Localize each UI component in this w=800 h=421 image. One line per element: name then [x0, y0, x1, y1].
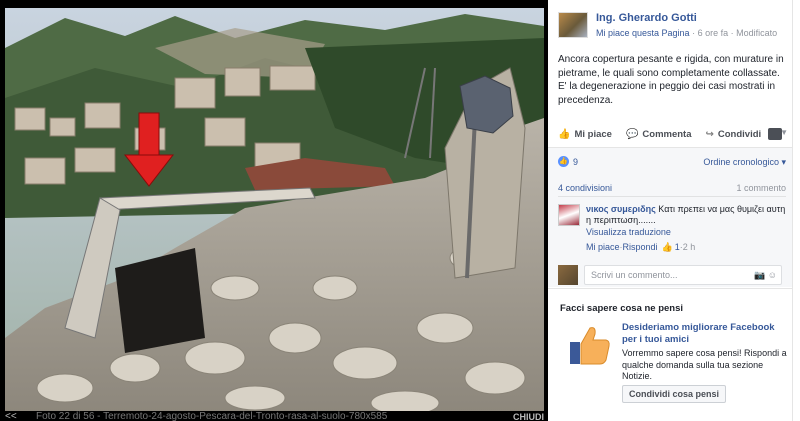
comment-icon: 💬: [625, 129, 639, 140]
comments-section: 👍 9 Ordine cronologico ▾ 4 condivisioni …: [548, 147, 792, 287]
comment-label: Commenta: [642, 129, 692, 140]
comment-time[interactable]: 2 h: [683, 242, 696, 253]
camera-icon[interactable]: 📷 ☺: [754, 266, 777, 284]
post-panel: Ing. Gherardo Gotti Mi piace questa Pagi…: [548, 0, 792, 421]
feedback-card: Desideriamo migliorare Facebook per i tu…: [566, 322, 788, 383]
reply-link[interactable]: Rispondi: [623, 242, 658, 253]
earthquake-photo[interactable]: [5, 8, 544, 412]
chevron-down-icon: ▾: [781, 157, 786, 167]
thumbs-up-icon: [566, 322, 612, 368]
close-button[interactable]: CHIUDI: [513, 412, 544, 421]
share-label: Condividi: [717, 129, 762, 140]
photo-image: [5, 8, 544, 412]
share-icon: ↪: [705, 129, 714, 140]
scrollbar[interactable]: [792, 0, 800, 421]
photo-caption-bar: << Foto 22 di 56 - Terremoto-24-agosto-P…: [0, 411, 548, 421]
thumbs-up-icon: 👍: [558, 129, 571, 140]
commenter-name[interactable]: νικος συμεριδης: [586, 204, 656, 214]
shares-count[interactable]: 4 condivisioni: [558, 183, 612, 193]
feedback-body: Vorremmo sapere cosa pensi! Rispondi a q…: [622, 348, 787, 381]
comment-like-link[interactable]: Mi piace: [586, 242, 620, 253]
thumbs-up-icon: 👍: [661, 242, 673, 252]
comment-button[interactable]: 💬 Commenta: [626, 129, 692, 140]
like-label: Mi piace: [574, 129, 612, 140]
share-button[interactable]: ↪ Condividi: [706, 129, 762, 140]
order-label: Ordine cronologico: [703, 157, 779, 167]
comment-item: νικος συμεριδης Κατι πρεπει να μας θυμιζ…: [558, 204, 790, 253]
post-header: Ing. Gherardo Gotti Mi piace questa Pagi…: [558, 12, 777, 38]
post-meta: Mi piace questa Pagina · 6 ore fa · Modi…: [596, 28, 777, 38]
author-avatar[interactable]: [558, 12, 588, 38]
author-name[interactable]: Ing. Gherardo Gotti: [596, 12, 777, 24]
like-button[interactable]: 👍 Mi piace: [558, 129, 612, 140]
comment-input[interactable]: Scrivi un commento... 📷 ☺: [584, 265, 782, 285]
comment-placeholder: Scrivi un commento...: [591, 270, 678, 280]
photo-viewer: << Foto 22 di 56 - Terremoto-24-agosto-P…: [0, 0, 548, 421]
divider: [558, 196, 786, 197]
post-actions: 👍 Mi piace 💬 Commenta ↪ Condividi ▼: [558, 128, 788, 140]
comments-count: 1 commento: [736, 183, 786, 193]
like-page-link[interactable]: Mi piace questa Pagina: [596, 28, 690, 38]
likes-count[interactable]: 👍 9: [558, 156, 578, 167]
feedback-title: Facci sapere cosa ne pensi: [560, 303, 684, 314]
edited-label[interactable]: Modificato: [736, 28, 777, 38]
share-feedback-button[interactable]: Condividi cosa pensi: [622, 385, 727, 403]
comment-meta: Mi piace · Rispondi 👍 1 · 2 h: [586, 242, 790, 253]
photo-caption: Foto 22 di 56 - Terremoto-24-agosto-Pesc…: [36, 411, 388, 421]
user-avatar: [558, 265, 578, 285]
previous-photo-button[interactable]: <<: [5, 411, 17, 421]
comment-order-dropdown[interactable]: Ordine cronologico ▾: [703, 157, 786, 168]
comment-composer: Scrivi un commento... 📷 ☺: [558, 265, 788, 285]
likes-number: 9: [573, 156, 579, 167]
post-time[interactable]: 6 ore fa: [698, 28, 729, 38]
post-text: Ancora copertura pesante e rigida, con m…: [558, 54, 784, 106]
commenter-avatar[interactable]: [558, 204, 580, 226]
feedback-section: Facci sapere cosa ne pensi Desideriamo m…: [548, 288, 792, 421]
feedback-heading[interactable]: Desideriamo migliorare Facebook per i tu…: [622, 322, 775, 345]
translate-link[interactable]: Visualizza traduzione: [586, 227, 790, 238]
chevron-down-icon[interactable]: ▼: [780, 128, 788, 137]
like-badge-icon: 👍: [558, 156, 569, 167]
